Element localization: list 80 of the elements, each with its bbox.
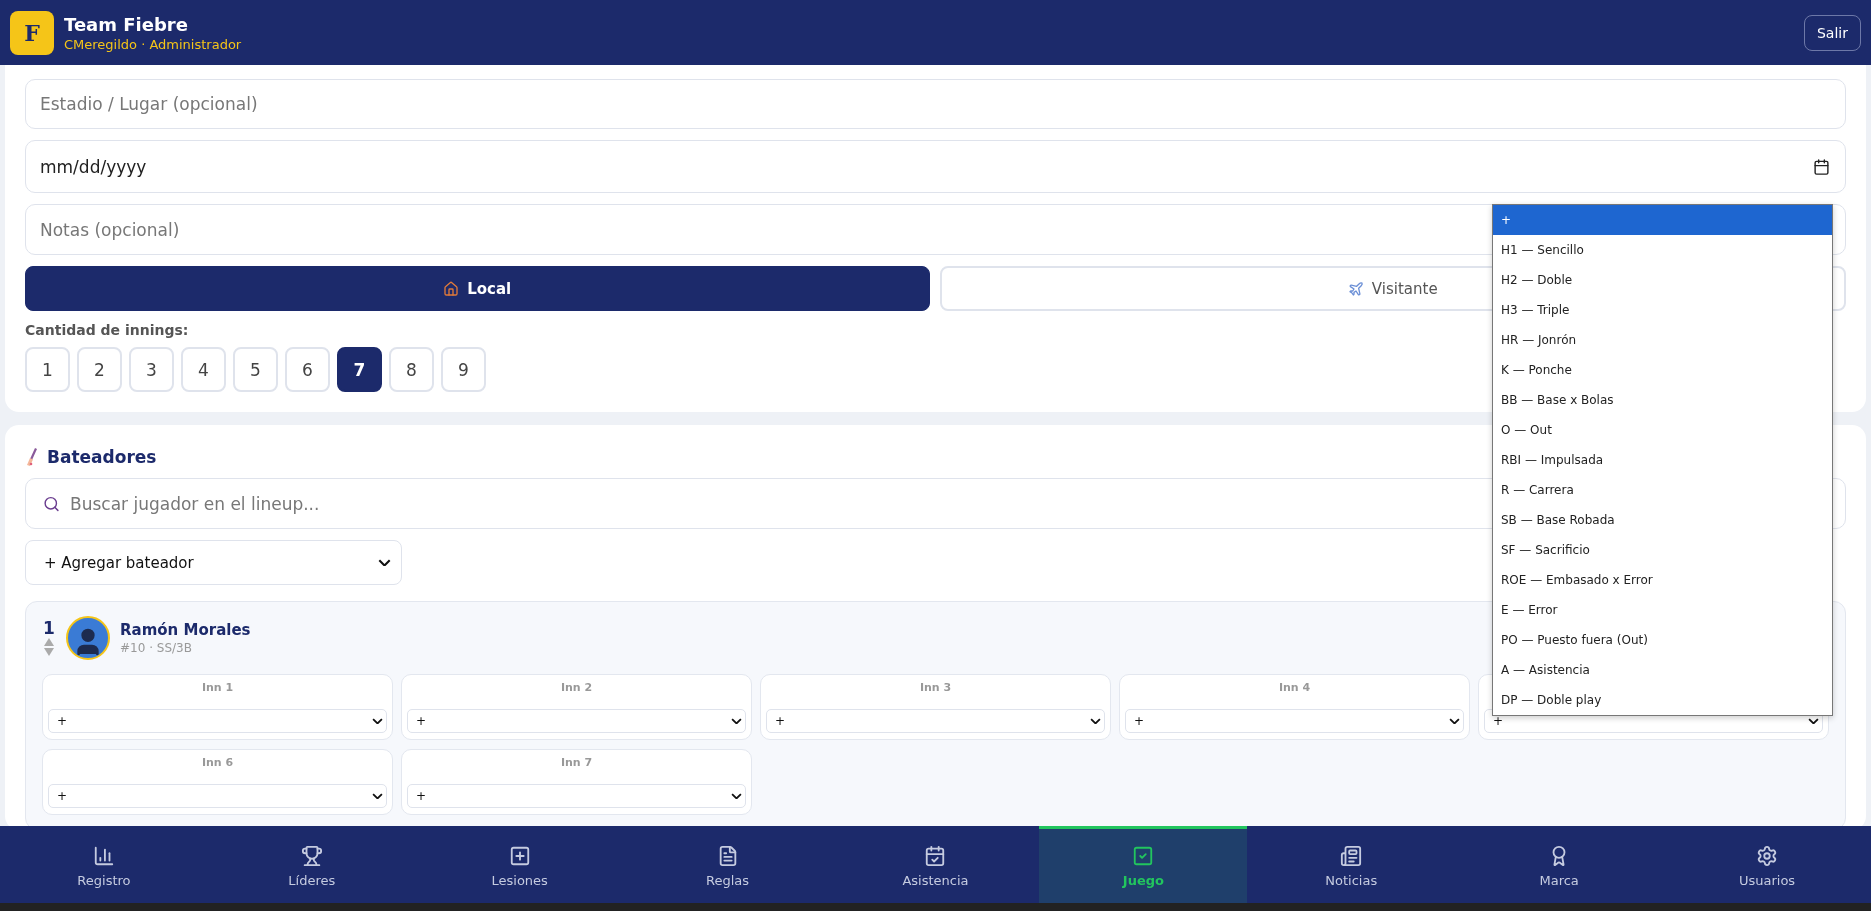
team-logo: F (10, 10, 54, 55)
settings-icon (1756, 844, 1779, 867)
nav-tab[interactable]: Registro (0, 826, 208, 903)
add-batter-select[interactable]: + Agregar bateador (25, 540, 402, 585)
dropdown-option[interactable]: H2 — Doble (1493, 265, 1832, 295)
innings-option[interactable]: 7 (337, 347, 382, 392)
chevron-icon (1090, 717, 1101, 725)
dropdown-option[interactable]: DP — Doble play (1493, 685, 1832, 715)
play-select[interactable]: + (407, 784, 746, 808)
dropdown-option[interactable]: R — Carrera (1493, 475, 1832, 505)
chevron-icon (372, 717, 383, 725)
dropdown-option[interactable]: HR — Jonrón (1493, 325, 1832, 355)
trophy-icon (300, 844, 323, 867)
innings-option[interactable]: 3 (129, 347, 174, 392)
batting-order: 1 (43, 619, 55, 637)
innings-option[interactable]: 1 (25, 347, 70, 392)
play-select[interactable]: + (1125, 709, 1464, 733)
dropdown-option[interactable]: O — Out (1493, 415, 1832, 445)
player-info: #10 · SS/3B (120, 641, 193, 655)
chevron-icon (378, 558, 391, 567)
home-button[interactable]: Local (25, 266, 930, 311)
dropdown-option[interactable]: ROE — Embasado x Error (1493, 565, 1832, 595)
house-icon (443, 280, 460, 297)
inning-label: Inn 4 (1278, 681, 1311, 694)
dropdown-option[interactable]: SB — Base Robada (1493, 505, 1832, 535)
newspaper-icon (1340, 844, 1363, 867)
innings-label: Cantidad de innings: (25, 322, 190, 338)
chevron-icon (731, 792, 742, 800)
player-avatar (66, 616, 110, 660)
user-role: CMeregildo · Administrador (64, 36, 243, 52)
dropdown-option[interactable]: SF — Sacrificio (1493, 535, 1832, 565)
venue-field[interactable]: Estadio / Lugar (opcional) (25, 79, 1846, 129)
plus-square-icon (508, 844, 531, 867)
section-title: Bateadores (25, 447, 157, 467)
inning-label: Inn 2 (560, 681, 593, 694)
nav-tab[interactable]: Juego (1039, 826, 1248, 903)
play-select[interactable]: + (766, 709, 1105, 733)
dropdown-option[interactable]: H3 — Triple (1493, 295, 1832, 325)
dropdown-option[interactable]: BB — Base x Bolas (1493, 385, 1832, 415)
inning-label: Inn 3 (919, 681, 952, 694)
innings-option[interactable]: 2 (77, 347, 122, 392)
play-select[interactable]: + (407, 709, 746, 733)
nav-tab[interactable]: Asistencia (831, 826, 1040, 903)
play-select[interactable]: + (48, 709, 387, 733)
innings-option[interactable]: 5 (233, 347, 278, 392)
search-icon (43, 495, 60, 512)
calendar-check-icon (924, 844, 947, 867)
play-select[interactable]: + (48, 784, 387, 808)
dropdown-option[interactable]: H1 — Sencillo (1493, 235, 1832, 265)
innings-option[interactable]: 4 (181, 347, 226, 392)
nav-tab[interactable]: Usuarios (1663, 826, 1871, 903)
nav-tab[interactable]: Lesiones (415, 826, 624, 903)
chevron-icon (1449, 717, 1460, 725)
chevron-icon (372, 792, 383, 800)
nav-tab[interactable]: Líderes (207, 826, 416, 903)
check-square-icon (1132, 844, 1155, 867)
dropdown-option[interactable]: RBI — Impulsada (1493, 445, 1832, 475)
innings-option[interactable]: 8 (389, 347, 434, 392)
dropdown-option[interactable]: E — Error (1493, 595, 1832, 625)
chevron-icon (1808, 717, 1819, 725)
calendar-icon[interactable] (1813, 158, 1830, 175)
date-field[interactable]: mm/dd/yyyy (25, 140, 1846, 193)
nav-tab[interactable]: Reglas (623, 826, 832, 903)
dropdown-option[interactable]: PO — Puesto fuera (Out) (1493, 625, 1832, 655)
dropdown-option[interactable]: A — Asistencia (1493, 655, 1832, 685)
logout-button[interactable]: Salir (1804, 14, 1861, 51)
nav-tab[interactable]: Noticias (1247, 826, 1456, 903)
dropdown-option[interactable]: + (1493, 205, 1832, 235)
team-name: Team Fiebre (64, 13, 189, 35)
innings-option[interactable]: 9 (441, 347, 486, 392)
inning-label: Inn 7 (560, 756, 593, 769)
nav-tab[interactable]: Marca (1455, 826, 1664, 903)
dropdown-option[interactable]: K — Ponche (1493, 355, 1832, 385)
chevron-icon (731, 717, 742, 725)
bat-icon (25, 447, 39, 467)
plane-icon (1347, 280, 1364, 297)
inning-label: Inn 6 (201, 756, 234, 769)
inning-label: Inn 1 (201, 681, 234, 694)
bar-chart-icon (92, 844, 115, 867)
innings-option[interactable]: 6 (285, 347, 330, 392)
